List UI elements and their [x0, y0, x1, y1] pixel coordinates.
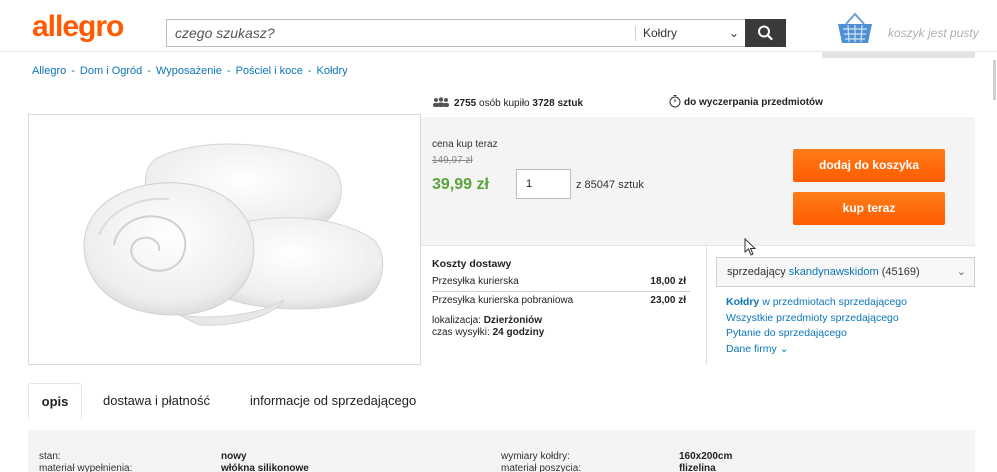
mouse-cursor-icon	[744, 238, 757, 256]
detail-value: flizelina	[679, 463, 716, 472]
quantity-input[interactable]: 1	[516, 169, 571, 199]
scrollbar[interactable]	[993, 60, 996, 100]
column-divider	[706, 245, 707, 365]
product-image[interactable]	[28, 114, 421, 365]
delivery-method: Przesyłka kurierska pobraniowa	[432, 295, 574, 306]
search-bar: Kołdry ⌄	[166, 19, 786, 47]
price-label: cena kup teraz	[432, 139, 498, 150]
seller-name[interactable]: skandynawskidom	[789, 266, 879, 278]
buyers-text: osób kupiło	[479, 98, 530, 109]
chevron-down-icon[interactable]: ⌄	[729, 20, 739, 46]
chevron-down-icon: ⌄	[779, 342, 789, 355]
seller-dropdown[interactable]: sprzedający skandynawskidom (45169) ⌄	[716, 257, 975, 287]
detail-value: włókna silikonowe	[221, 463, 309, 472]
seller-rating: (45169)	[881, 266, 920, 278]
search-button[interactable]	[745, 19, 786, 47]
all-items-link[interactable]: Wszystkie przedmioty sprzedającego	[726, 311, 907, 327]
delivery-price: 23,00 zł	[650, 295, 686, 306]
detail-label: wymiary kołdry:	[501, 451, 570, 462]
ask-seller-link[interactable]: Pytanie do sprzedającego	[726, 326, 907, 342]
breadcrumb-separator: -	[226, 65, 231, 77]
chevron-down-icon[interactable]: ⌄	[957, 258, 966, 286]
header-shadow-bar	[822, 52, 975, 58]
breadcrumb: Allegro - Dom i Ogród - Wyposażenie - Pościel …	[32, 65, 348, 77]
detail-label: stan:	[39, 451, 61, 462]
buyers-count: 2755	[454, 98, 477, 109]
stopwatch-icon	[669, 95, 681, 108]
breadcrumb-item[interactable]: Dom i Ogród	[80, 65, 142, 77]
breadcrumb-separator: -	[71, 65, 75, 77]
breadcrumb-item[interactable]: Kołdry	[317, 65, 348, 77]
items-sold-unit: sztuk	[557, 98, 583, 109]
tab-seller-info[interactable]: informacje od sprzedającego	[250, 383, 416, 419]
detail-value: 160x200cm	[679, 451, 733, 462]
seller-links: Kołdry w przedmiotach sprzedającego Wszy…	[726, 295, 907, 357]
header: allegro Kołdry ⌄ koszyk	[0, 0, 997, 52]
company-data-link[interactable]: Dane firmy ⌄	[726, 342, 907, 358]
search-input[interactable]	[167, 20, 635, 46]
current-price: 39,99 zł	[432, 176, 489, 193]
tab-description[interactable]: opis	[28, 383, 82, 419]
timer-info: do wyczerpania przedmiotów	[668, 94, 823, 108]
price-panel: cena kup teraz 149,97 zł 39,99 zł 1 z 85…	[421, 117, 975, 245]
tab-delivery-payment[interactable]: dostawa i płatność	[103, 383, 210, 419]
product-details: stan: nowy materiał wypełnienia: włókna …	[28, 430, 975, 472]
breadcrumb-item[interactable]: Pościel i koce	[236, 65, 303, 77]
seller-label: sprzedający	[727, 266, 786, 278]
people-icon	[433, 97, 449, 107]
company-data-label[interactable]: Dane firmy	[726, 343, 777, 355]
buy-now-button[interactable]: kup teraz	[793, 192, 945, 225]
search-icon	[758, 25, 773, 41]
cart-icon[interactable]	[835, 12, 875, 46]
breadcrumb-separator: -	[147, 65, 151, 77]
add-to-cart-button[interactable]: dodaj do koszyka	[793, 149, 945, 182]
cart-status[interactable]: koszyk jest pusty	[888, 26, 979, 40]
delivery-price: 18,00 zł	[650, 276, 686, 287]
shipping-time-label: czas wysyłki:	[432, 327, 490, 338]
items-sold-count: 3728	[532, 98, 555, 109]
location-label: lokalizacja:	[432, 315, 481, 326]
old-price: 149,97 zł	[432, 155, 473, 166]
delivery-row: Przesyłka kurierska pobraniowa 23,00 zł	[432, 292, 690, 311]
tab-bar: opis dostawa i płatność informacje od sp…	[28, 383, 975, 419]
seller-items-text[interactable]: w przedmiotach sprzedającego	[762, 296, 907, 308]
seller-items-category[interactable]: Kołdry	[726, 296, 759, 308]
detail-label: materiał wypełnienia:	[39, 463, 133, 472]
search-divider	[635, 26, 636, 41]
stock-text: z 85047 sztuk	[576, 179, 644, 191]
breadcrumb-item[interactable]: Wyposażenie	[156, 65, 222, 77]
breadcrumb-separator: -	[307, 65, 312, 77]
shipping-time-value: 24 godziny	[492, 327, 545, 338]
section-divider	[421, 245, 975, 246]
delivery-row: Przesyłka kurierska 18,00 zł	[432, 273, 690, 292]
allegro-logo[interactable]: allegro	[32, 10, 124, 44]
delivery-costs: Koszty dostawy Przesyłka kurierska 18,00…	[432, 258, 690, 339]
detail-value: nowy	[221, 451, 247, 462]
timer-text: do wyczerpania przedmiotów	[684, 97, 823, 108]
location-info: lokalizacja: Dzierżoniów czas wysyłki: 2…	[432, 315, 690, 339]
delivery-method: Przesyłka kurierska	[432, 276, 519, 287]
product-page: allegro Kołdry ⌄ koszyk	[0, 0, 997, 472]
location-value: Dzierżoniów	[483, 315, 543, 326]
delivery-title: Koszty dostawy	[432, 258, 512, 270]
purchase-stats: 2755 osób kupiło 3728 sztuk	[432, 97, 583, 109]
detail-label: materiał poszycia:	[501, 463, 582, 472]
breadcrumb-item[interactable]: Allegro	[32, 65, 66, 77]
seller-items-link[interactable]: Kołdry w przedmiotach sprzedającego	[726, 295, 907, 311]
